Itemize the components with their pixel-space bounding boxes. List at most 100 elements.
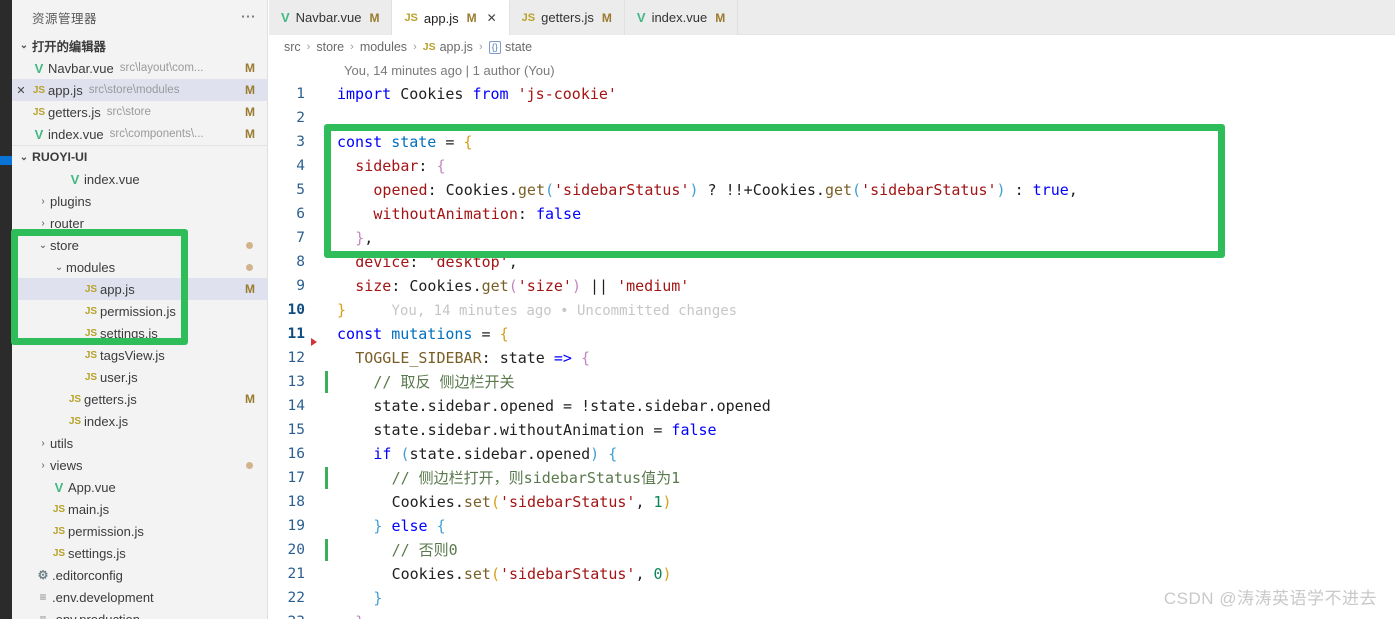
section-open-editors-label: 打开的编辑器 bbox=[32, 39, 106, 54]
more-actions-icon[interactable]: ⋯ bbox=[241, 9, 258, 24]
code-line[interactable]: 14 state.sidebar.opened = !state.sidebar.… bbox=[269, 394, 1395, 418]
tree-file[interactable]: ≡ .env.production bbox=[12, 608, 267, 619]
breadcrumb-item-store[interactable]: store bbox=[316, 40, 344, 54]
tree-folder[interactable]: › plugins bbox=[12, 190, 267, 212]
tree-file[interactable]: ≡ .env.development bbox=[12, 586, 267, 608]
watermark: CSDN @涛涛英语学不进去 bbox=[1163, 589, 1377, 608]
code-line[interactable]: 21 Cookies.set('sidebarStatus', 0) bbox=[269, 562, 1395, 586]
section-project-root[interactable]: ⌄ RUOYI-UI bbox=[12, 145, 267, 168]
vue-file-icon: V bbox=[34, 126, 44, 142]
line-number: 6 bbox=[296, 206, 305, 222]
tree-file[interactable]: V App.vue bbox=[12, 476, 267, 498]
chevron-right-icon: › bbox=[478, 41, 483, 53]
chevron-down-icon: ⌄ bbox=[38, 239, 48, 251]
open-editor-item[interactable]: Vindex.vue src\components\... M bbox=[12, 123, 267, 145]
editor-tab[interactable]: Vindex.vue M bbox=[624, 0, 739, 35]
editor-tab[interactable]: V Navbar.vue M bbox=[269, 0, 393, 35]
code-line[interactable]: 7}, bbox=[269, 226, 1395, 250]
tree-item-label: permission.js bbox=[100, 303, 176, 319]
chevron-right-icon: › bbox=[41, 437, 45, 449]
tree-file[interactable]: JS permission.js bbox=[12, 520, 267, 542]
tree-folder[interactable]: › router bbox=[12, 212, 267, 234]
code-line[interactable]: 4 sidebar: { bbox=[269, 154, 1395, 178]
code-text: } You, 14 minutes ago • Uncommitted chang… bbox=[337, 300, 738, 319]
open-editor-item[interactable]: V Navbar.vue src\layout\com... M bbox=[12, 57, 267, 79]
code-line[interactable]: 18 Cookies.set('sidebarStatus', 1) bbox=[269, 490, 1395, 514]
code-line[interactable]: 13 // 取反 侧边栏开关 bbox=[269, 370, 1395, 394]
code-line[interactable]: 5 opened: Cookies.get('sidebarStatus') ? … bbox=[269, 178, 1395, 202]
breadcrumb-item-src[interactable]: src bbox=[284, 40, 301, 54]
editor-tab[interactable]: JS app.js M ✕ bbox=[392, 0, 510, 35]
open-editors-list: V Navbar.vue src\layout\com... M ✕ JS app.js sr… bbox=[12, 57, 267, 145]
tree-file[interactable]: Vindex.vue bbox=[12, 168, 267, 190]
open-editor-item[interactable]: JS getters.js src\store M bbox=[12, 101, 267, 123]
code-text: } bbox=[373, 589, 383, 607]
line-number: 3 bbox=[296, 134, 305, 150]
code-line[interactable]: 19} else { bbox=[269, 514, 1395, 538]
code-line[interactable]: 2 bbox=[269, 106, 1395, 130]
code-line[interactable]: 3 const state = { bbox=[269, 130, 1395, 154]
code-text: state.sidebar.opened = !state.sidebar.op… bbox=[373, 397, 771, 415]
chevron-down-icon: ⌄ bbox=[54, 261, 64, 273]
tree-file[interactable]: JS user.js bbox=[12, 366, 267, 388]
tabbar-empty-space bbox=[738, 0, 1395, 34]
code-text: TOGGLE_SIDEBAR: state => { bbox=[355, 349, 590, 367]
tree-folder[interactable]: › utils bbox=[12, 432, 267, 454]
open-editor-item[interactable]: ✕ JS app.js src\store\modules M bbox=[12, 79, 267, 101]
tree-file[interactable]: JS index.js bbox=[12, 410, 267, 432]
tree-file[interactable]: JS permission.js bbox=[12, 300, 267, 322]
code-text: opened: Cookies.get('sidebarStatus') ? !… bbox=[373, 181, 1078, 199]
tree-file[interactable]: JS app.js M bbox=[12, 278, 267, 300]
tree-folder[interactable]: › views bbox=[12, 454, 267, 476]
tree-file[interactable]: JS main.js bbox=[12, 498, 267, 520]
js-file-icon: JS bbox=[422, 41, 436, 53]
code-line[interactable]: 1 import Cookies from 'js-cookie' bbox=[269, 82, 1395, 106]
open-editor-path: src\store\modules bbox=[88, 84, 180, 96]
code-line[interactable]: 10} You, 14 minutes ago • Uncommitted cha… bbox=[269, 298, 1395, 322]
breadcrumb-item-symbol[interactable]: state bbox=[505, 40, 532, 54]
tab-dirty-badge: M bbox=[466, 11, 477, 25]
explorer-sidebar[interactable]: 资源管理器 ⋯ ⌄ 打开的编辑器 V Navbar.vue src\layout\c… bbox=[12, 0, 268, 619]
code-line[interactable]: 12 TOGGLE_SIDEBAR: state => { bbox=[269, 346, 1395, 370]
close-icon[interactable]: ✕ bbox=[487, 11, 497, 25]
code-lens-blame[interactable]: You, 14 minutes ago | 1 author (You) bbox=[269, 58, 1395, 82]
code-line[interactable]: 20 // 否则0 bbox=[269, 538, 1395, 562]
tree-file[interactable]: ⚙ .editorconfig bbox=[12, 564, 267, 586]
close-icon[interactable]: ✕ bbox=[12, 84, 30, 97]
tree-file[interactable]: JS getters.js M bbox=[12, 388, 267, 410]
code-line[interactable]: 6 withoutAnimation: false bbox=[269, 202, 1395, 226]
code-line[interactable]: 23} bbox=[269, 610, 1395, 619]
chevron-down-icon: ⌄ bbox=[19, 151, 29, 163]
section-open-editors[interactable]: ⌄ 打开的编辑器 bbox=[12, 34, 267, 57]
chevron-right-icon: › bbox=[41, 459, 45, 471]
code-line[interactable]: 17 // 侧边栏打开，则sidebarStatus值为1 bbox=[269, 466, 1395, 490]
tree-item-label: plugins bbox=[50, 193, 92, 209]
code-line[interactable]: 15 state.sidebar.withoutAnimation = false bbox=[269, 418, 1395, 442]
breadcrumb-item-file[interactable]: app.js bbox=[440, 40, 473, 54]
code-line[interactable]: 8 device: 'desktop', bbox=[269, 250, 1395, 274]
code-text: Cookies.set('sidebarStatus', 1) bbox=[391, 493, 672, 511]
tree-file[interactable]: JS tagsView.js bbox=[12, 344, 267, 366]
tree-item-label: .env.production bbox=[52, 611, 140, 619]
code-line[interactable]: 11 const mutations = { bbox=[269, 322, 1395, 346]
chevron-right-icon: › bbox=[413, 41, 417, 53]
status-dot bbox=[246, 461, 253, 469]
tree-file[interactable]: JS settings.js bbox=[12, 322, 267, 344]
text-file-icon: ≡ bbox=[39, 590, 47, 604]
vue-file-icon: V bbox=[34, 60, 44, 76]
tree-folder[interactable]: ⌄ modules bbox=[12, 256, 267, 278]
js-file-icon: JS bbox=[404, 12, 418, 24]
activity-bar[interactable] bbox=[0, 0, 12, 619]
breadcrumb[interactable]: src › store › modules › JS app.js › {} s… bbox=[269, 36, 1395, 58]
code-editor[interactable]: You, 14 minutes ago | 1 author (You) 1 im… bbox=[269, 58, 1395, 619]
tree-folder[interactable]: ⌄ store bbox=[12, 234, 267, 256]
code-line[interactable]: 16 if (state.sidebar.opened) { bbox=[269, 442, 1395, 466]
code-line[interactable]: 9 size: Cookies.get('size') || 'medium' bbox=[269, 274, 1395, 298]
line-number: 1 bbox=[296, 86, 305, 102]
tab-dirty-badge: M bbox=[601, 10, 612, 25]
tree-file[interactable]: JS settings.js bbox=[12, 542, 267, 564]
editor-tab[interactable]: JS getters.js M bbox=[509, 0, 625, 35]
line-number: 20 bbox=[287, 542, 305, 558]
js-file-icon: JS bbox=[52, 547, 66, 559]
breadcrumb-item-modules[interactable]: modules bbox=[360, 40, 407, 54]
